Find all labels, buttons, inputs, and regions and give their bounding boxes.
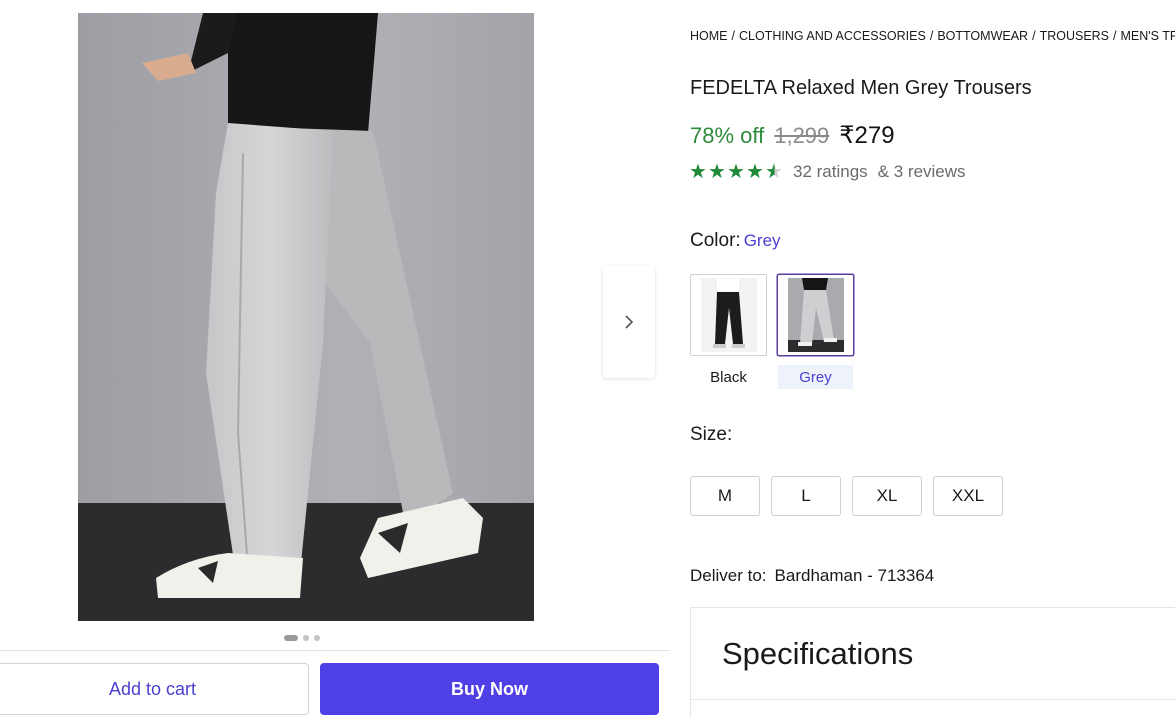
ratings-count[interactable]: 32 ratings (793, 162, 868, 182)
star-icon: ★ (727, 161, 745, 183)
star-icon: ★ (746, 161, 764, 183)
product-image[interactable] (78, 13, 534, 621)
reviews-count[interactable]: & 3 reviews (878, 162, 966, 182)
color-option-label[interactable]: Grey (778, 365, 853, 389)
deliver-to-label: Deliver to: (690, 566, 767, 585)
color-selector-heading: Color: Grey (690, 230, 781, 252)
breadcrumb-separator: / (929, 29, 934, 43)
size-option-xxl[interactable]: XXL (933, 476, 1003, 516)
divider (691, 699, 1175, 700)
original-price: 1,299 (774, 123, 830, 148)
color-option-label[interactable]: Black (691, 365, 766, 389)
specifications-section: Specifications (690, 607, 1175, 718)
action-bar: Add to cart Buy Now (0, 650, 670, 718)
star-icon: ★ (689, 161, 707, 183)
next-image-button[interactable] (603, 266, 655, 378)
carousel-dot-1[interactable] (284, 635, 298, 641)
color-label: Color: (690, 230, 741, 251)
add-to-cart-button[interactable]: Add to cart (0, 663, 309, 715)
breadcrumb-bottomwear[interactable]: BOTTOMWEAR (937, 29, 1028, 43)
breadcrumb-separator: / (1032, 29, 1036, 43)
chevron-right-icon (625, 315, 634, 329)
delivery-info[interactable]: Deliver to: Bardhaman - 713364 (690, 566, 934, 586)
breadcrumb-separator: / (731, 29, 735, 43)
carousel-dot-2[interactable] (303, 635, 309, 641)
size-label: Size: (690, 424, 733, 445)
breadcrumb-home[interactable]: HOME (690, 29, 728, 43)
specifications-title: Specifications (722, 636, 914, 671)
half-star-icon: ★ (765, 161, 783, 183)
color-swatch-black[interactable] (690, 274, 767, 356)
size-option-l[interactable]: L (771, 476, 841, 516)
selling-price: ₹279 (839, 122, 895, 149)
color-swatch-grey[interactable] (777, 274, 854, 356)
black-trousers-thumbnail (700, 278, 757, 352)
discount-percent: 78% off (690, 123, 765, 148)
carousel-dot-3[interactable] (314, 635, 320, 641)
price-row: 78% off 1,299 ₹279 (690, 121, 895, 150)
rating-row: ★ ★ ★ ★ ★ 32 ratings & 3 reviews (689, 162, 966, 182)
breadcrumb-mens-trousers[interactable]: MEN'S TROUSERS (1121, 29, 1175, 43)
size-option-m[interactable]: M (690, 476, 760, 516)
breadcrumb-trousers[interactable]: TROUSERS (1040, 29, 1109, 43)
delivery-location: Bardhaman - 713364 (774, 566, 935, 585)
rating-stars: ★ ★ ★ ★ ★ (689, 162, 784, 182)
breadcrumb-clothing[interactable]: CLOTHING AND ACCESSORIES (739, 29, 926, 43)
star-icon: ★ (708, 161, 726, 183)
breadcrumb-separator: / (1113, 29, 1117, 43)
size-option-xl[interactable]: XL (852, 476, 922, 516)
product-title: FEDELTA Relaxed Men Grey Trousers (690, 77, 1032, 99)
breadcrumb: HOME / CLOTHING AND ACCESSORIES / BOTTOMWEAR… (690, 29, 1175, 43)
buy-now-button[interactable]: Buy Now (320, 663, 659, 715)
carousel-dots (284, 635, 320, 641)
grey-trousers-thumbnail (787, 278, 844, 352)
selected-color: Grey (743, 231, 781, 250)
